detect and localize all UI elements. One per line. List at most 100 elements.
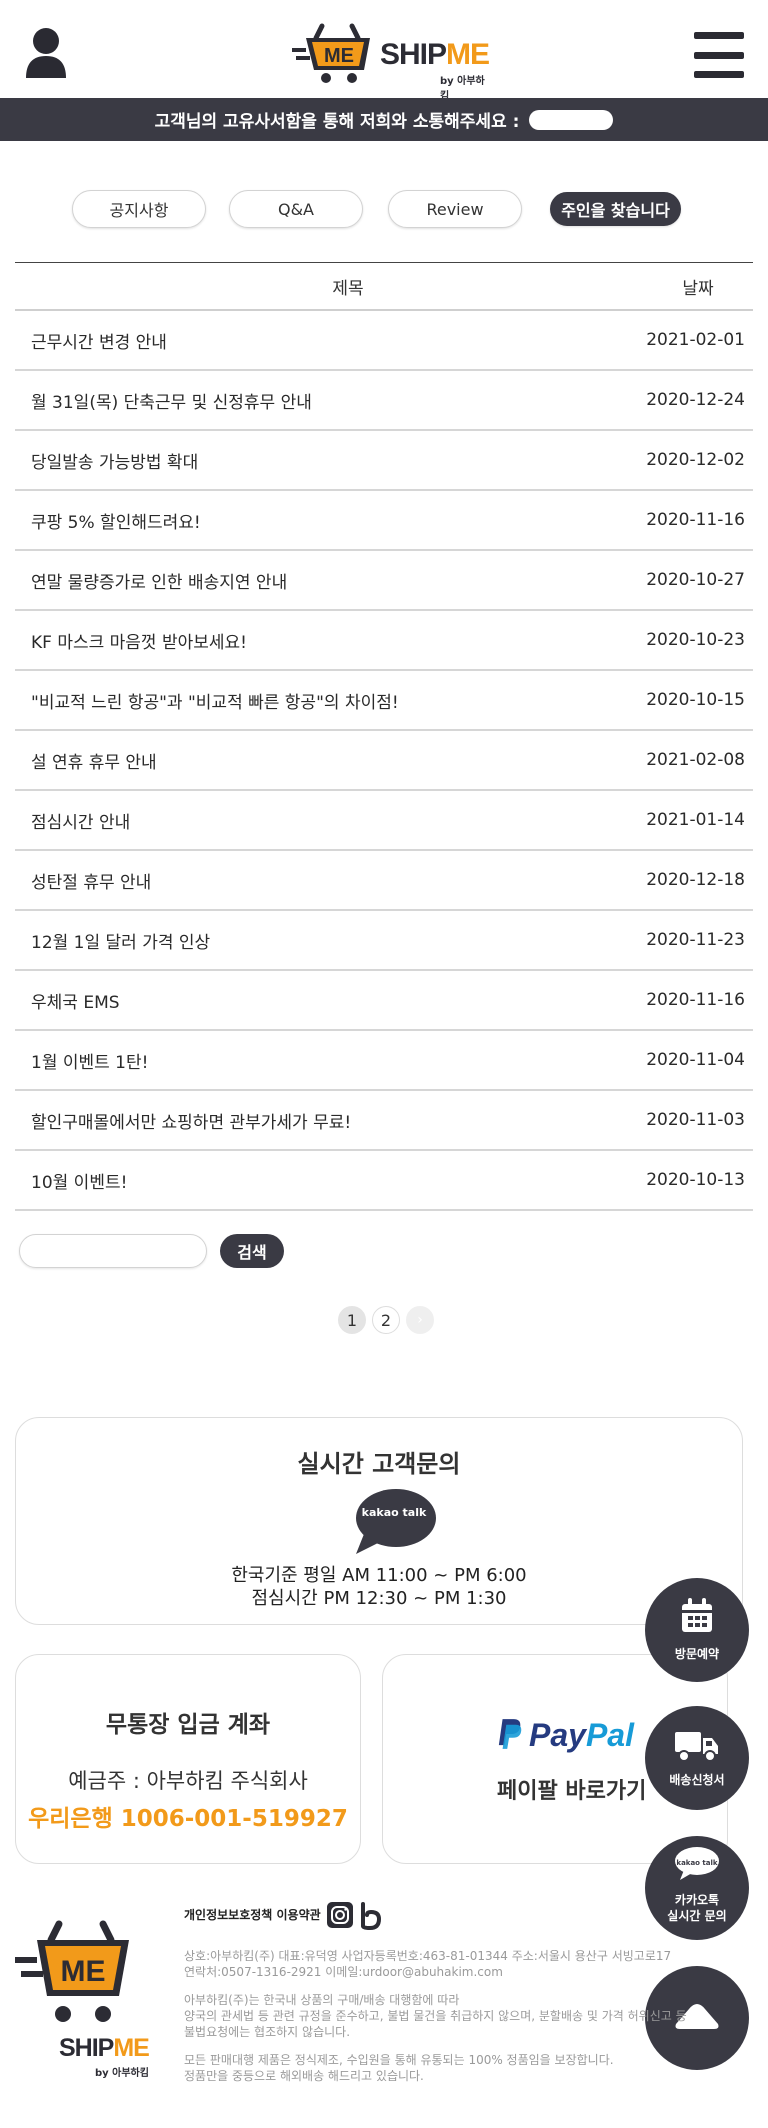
paypal-link[interactable]: 페이팔 바로가기 [497,1773,646,1805]
table-row[interactable]: 12월 1일 달러 가격 인상 2020-11-23 [15,911,753,971]
row-title-link[interactable]: 점심시간 안내 [15,808,623,833]
row-title-link[interactable]: 근무시간 변경 안내 [15,328,623,353]
table-row[interactable]: 쿠팡 5% 할인해드려요! 2020-11-16 [15,491,753,551]
support-hours: 한국기준 평일 AM 11:00 ~ PM 6:00 점심시간 PM 12:30… [16,1564,742,1610]
tab-review[interactable]: Review [388,190,522,228]
footer-notice-5: 정품만을 중등으로 해외배송 해드리고 있습니다. [184,2069,424,2083]
row-date: 2020-11-16 [646,990,745,1010]
support-hours-weekday: 한국기준 평일 AM 11:00 ~ PM 6:00 [231,1565,527,1586]
notice-bar: 고객님의 고유사서함을 통해 저희와 소통해주세요 : [0,98,768,141]
bank-transfer-card: 무통장 입금 계좌 예금주 : 아부하킴 주식회사 우리은행 1006-001-… [15,1654,361,1864]
header-date: 날짜 [682,278,714,299]
tab-lost-found[interactable]: 주인을 찾습니다 [550,192,681,226]
table-row[interactable]: 할인구매몰에서만 쇼핑하면 관부가세가 무료! 2020-11-03 [15,1091,753,1151]
row-title-link[interactable]: 1월 이벤트 1탄! [15,1048,623,1073]
row-date: 2020-12-02 [646,450,745,470]
row-title-link[interactable]: 10월 이벤트! [15,1168,623,1193]
footer-notice-4: 모든 판매대행 제품은 정식제조, 수입원을 통해 유통되는 100% 정품임을… [184,2053,614,2067]
realtime-title: 실시간 고객문의 [297,1450,461,1478]
visit-reservation-button[interactable]: 방문예약 [645,1578,749,1682]
table-row[interactable]: 근무시간 변경 안내 2021-02-01 [15,311,753,371]
row-title-link[interactable]: 우체국 EMS [15,988,623,1013]
notice-text: 고객님의 고유사서함을 통해 저희와 소통해주세요 : [154,112,520,132]
row-date: 2020-11-03 [646,1110,745,1130]
paypal-icon [498,1719,522,1749]
row-date: 2020-11-16 [646,510,745,530]
row-title-link[interactable]: 월 31일(목) 단축근무 및 신정휴무 안내 [15,388,623,413]
search-button[interactable]: 검색 [220,1234,284,1268]
kakao-chat-label-line2: 실시간 문의 [667,1909,727,1923]
kakao-talk-label: kakao talk [361,1506,427,1519]
footer-logo[interactable]: ME SHIPME by 아부하킴 [15,1918,155,2079]
footer-links[interactable]: 개인정보보호정책 이용약관 [184,1906,321,1923]
next-page-button[interactable]: › [406,1306,434,1334]
row-date: 2020-11-04 [646,1050,745,1070]
row-title-link[interactable]: 쿠팡 5% 할인해드려요! [15,508,623,533]
table-row[interactable]: 당일발송 가능방법 확대 2020-12-02 [15,431,753,491]
header: ME SHIPME by 아부하킴 [0,0,768,102]
row-date: 2021-02-01 [646,330,745,350]
page-2-button[interactable]: 2 [372,1306,400,1334]
search-input[interactable] [19,1234,207,1268]
kakao-bubble-icon: kakao talk [675,1847,719,1880]
row-date: 2021-02-08 [646,750,745,770]
row-date: 2020-12-24 [646,390,745,410]
board-tabs: 공지사항 Q&A Review 주인을 찾습니다 [0,190,768,230]
table-row[interactable]: 우체국 EMS 2020-11-16 [15,971,753,1031]
instagram-icon[interactable] [327,1902,353,1928]
pagination: 1 2 › [338,1306,434,1334]
table-row[interactable]: 점심시간 안내 2021-01-14 [15,791,753,851]
kakao-talk-bubble[interactable]: kakao talk [354,1488,438,1554]
row-title-link[interactable]: 당일발송 가능방법 확대 [15,448,623,473]
shipme-logo[interactable]: ME SHIPME by 아부하킴 [292,22,492,102]
row-date: 2021-01-14 [646,810,745,830]
table-row[interactable]: 연말 물량증가로 인한 배송지연 안내 2020-10-27 [15,551,753,611]
menu-icon[interactable] [694,32,744,78]
footer-byline: by 아부하킴 [95,2068,149,2079]
kakao-chat-label: 카카오톡 실시간 문의 [645,1892,749,1924]
table-row[interactable]: 월 31일(목) 단축근무 및 신정휴무 안내 2020-12-24 [15,371,753,431]
paypal-logo: PayPal [529,1717,634,1753]
table-row[interactable]: 1월 이벤트 1탄! 2020-11-04 [15,1031,753,1091]
footer-wordmark: SHIPME [59,2034,150,2062]
tab-notice[interactable]: 공지사항 [72,190,206,228]
shipping-request-label: 배송신청서 [669,1773,725,1787]
table-row[interactable]: "비교적 느린 항공"과 "비교적 빠른 항공"의 차이점! 2020-10-15 [15,671,753,731]
logo-wordmark: SHIPME [380,38,490,71]
realtime-support-card: 실시간 고객문의 kakao talk 한국기준 평일 AM 11:00 ~ P… [15,1417,743,1625]
header-title: 제목 [332,278,364,299]
kakao-chat-label-line1: 카카오톡 [674,1893,720,1907]
svg-text:kakao talk: kakao talk [676,1859,717,1867]
page-1-button[interactable]: 1 [338,1306,366,1334]
table-row[interactable]: 10월 이벤트! 2020-10-13 [15,1151,753,1211]
table-row[interactable]: 설 연휴 휴무 안내 2021-02-08 [15,731,753,791]
footer-contact-info: 연락처:0507-1316-2921 이메일:urdoor@abuhakim.c… [184,1965,503,1979]
truck-icon [675,1732,718,1762]
row-title-link[interactable]: KF 마스크 마음껏 받아보세요! [15,628,623,653]
support-hours-lunch: 점심시간 PM 12:30 ~ PM 1:30 [251,1588,507,1609]
account-holder: 예금주 : 아부하킴 주식회사 [68,1769,308,1793]
shipping-request-button[interactable]: 배송신청서 [645,1706,749,1810]
row-title-link[interactable]: 연말 물량증가로 인한 배송지연 안내 [15,568,623,593]
row-title-link[interactable]: 설 연휴 휴무 안내 [15,748,623,773]
blog-icon[interactable] [360,1902,386,1931]
row-date: 2020-10-23 [646,630,745,650]
kakao-chat-button[interactable]: kakao talk 카카오톡 실시간 문의 [645,1836,749,1940]
footer-notice-2: 양국의 관세법 등 관련 규정을 준수하고, 불법 물건을 취급하지 않으며, … [184,2009,687,2023]
footer-company-info: 상호:아부하킴(주) 대표:유덕영 사업자등록번호:463-81-01344 주… [184,1949,672,1963]
row-title-link[interactable]: 12월 1일 달러 가격 인상 [15,928,623,953]
row-title-link[interactable]: 할인구매몰에서만 쇼핑하면 관부가세가 무료! [15,1108,623,1133]
user-icon[interactable] [24,26,68,80]
row-date: 2020-10-27 [646,570,745,590]
account-number: 우리은행 1006-001-519927 [28,1806,348,1832]
table-row[interactable]: KF 마스크 마음껏 받아보세요! 2020-10-23 [15,611,753,671]
row-date: 2020-11-23 [646,930,745,950]
footer-logo-me-text: ME [61,1955,106,1988]
mailbox-code-pill [529,109,614,130]
table-row[interactable]: 성탄절 휴무 안내 2020-12-18 [15,851,753,911]
footer-notice-1: 아부하킴(주)는 한국내 상품의 구매/배송 대행함에 따라 [184,1993,460,2007]
row-title-link[interactable]: "비교적 느린 항공"과 "비교적 빠른 항공"의 차이점! [15,688,623,713]
tab-qna[interactable]: Q&A [229,190,363,228]
row-title-link[interactable]: 성탄절 휴무 안내 [15,868,623,893]
visit-reservation-label: 방문예약 [674,1647,720,1661]
